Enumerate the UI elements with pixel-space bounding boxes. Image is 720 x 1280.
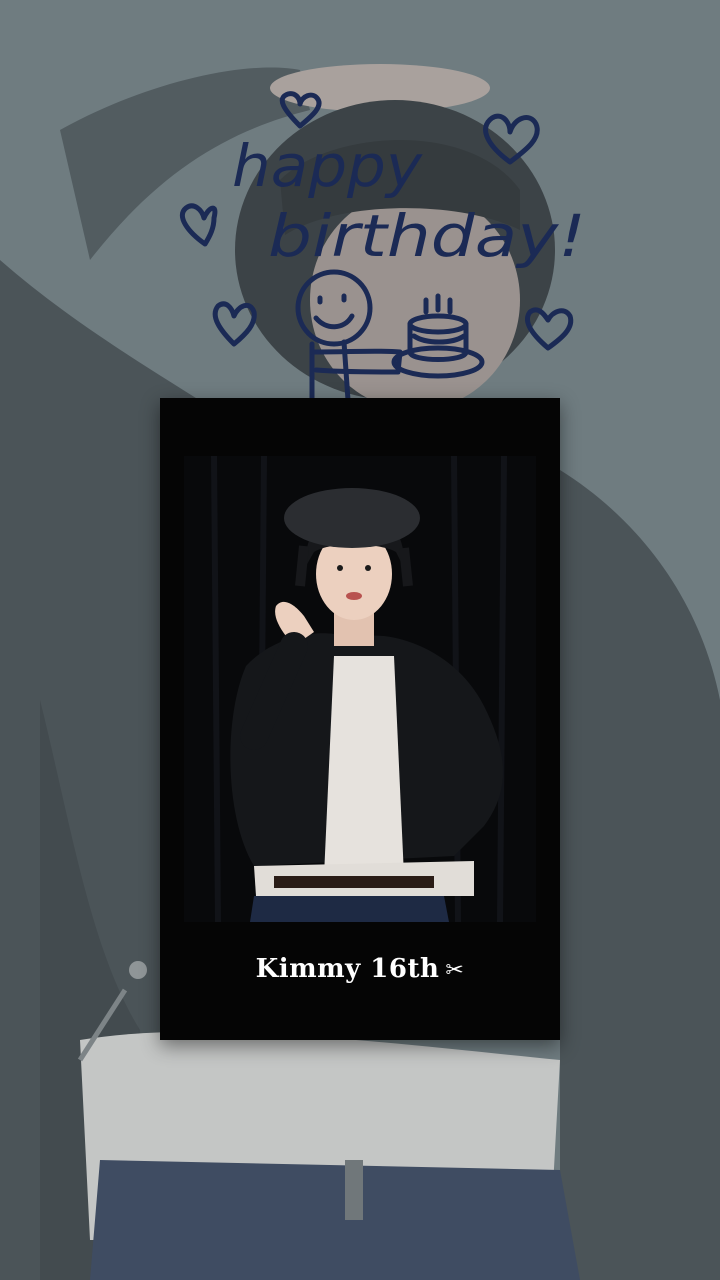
polaroid-card: Kimmy 16th ✂ xyxy=(160,398,560,1040)
cake-doodle-icon xyxy=(391,293,485,379)
doodle-text-birthday: birthday! xyxy=(268,202,586,270)
stick-figure-doodle xyxy=(295,269,403,403)
scissors-icon: ✂ xyxy=(445,958,465,983)
heart-doodle-icon xyxy=(179,203,218,247)
caption-name: Kimmy 16th xyxy=(255,954,440,984)
doodle-text-happy: happy xyxy=(232,132,423,200)
caption: Kimmy 16th ✂ xyxy=(160,954,560,984)
story-canvas: happy birthday! Kimmy 16th ✂ xyxy=(0,0,720,1280)
heart-doodle-icon xyxy=(279,91,322,129)
heart-doodle-icon xyxy=(524,307,574,351)
heart-doodle-icon xyxy=(212,301,257,347)
portrait-photo xyxy=(184,456,536,922)
birthday-doodle: happy birthday! xyxy=(179,91,586,403)
heart-doodle-icon xyxy=(483,113,540,165)
